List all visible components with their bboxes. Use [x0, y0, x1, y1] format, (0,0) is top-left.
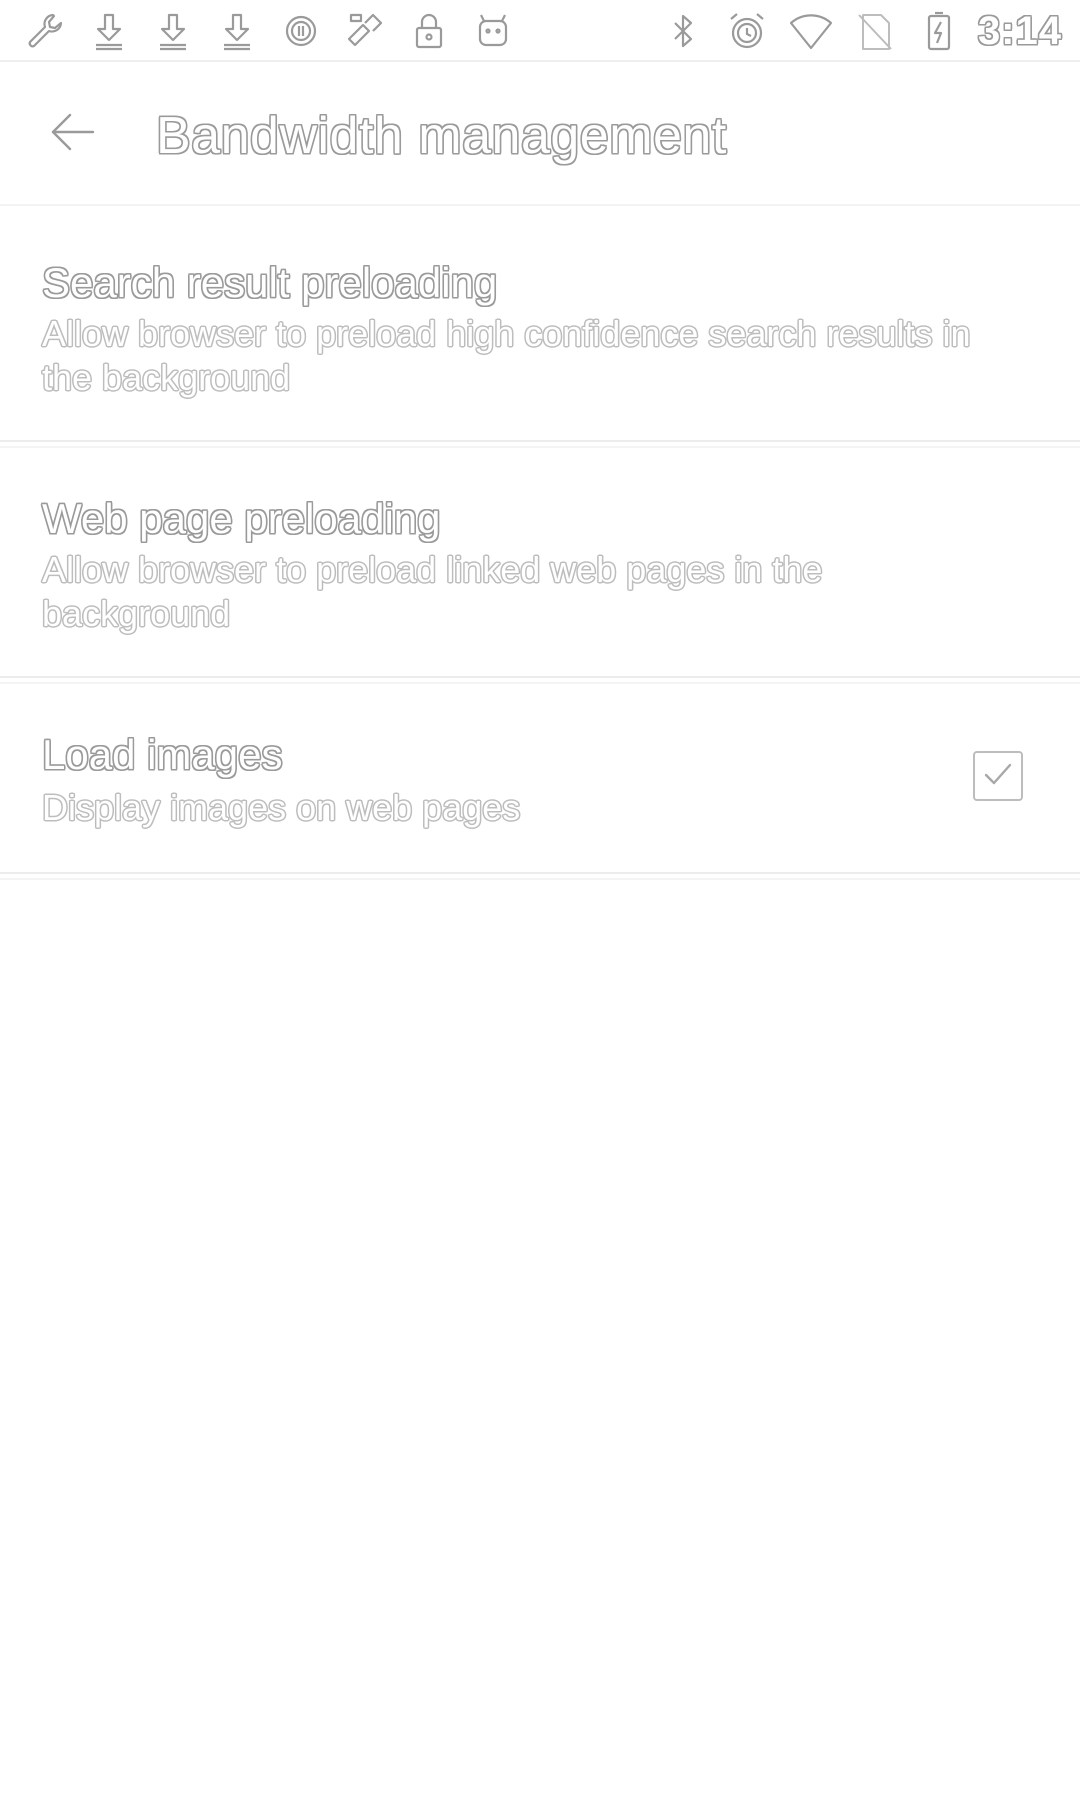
notification-icons	[20, 6, 518, 56]
check-icon	[978, 754, 1018, 799]
circle-badge-icon	[276, 6, 326, 56]
pref-title: Load images	[42, 731, 283, 778]
bluetooth-icon	[658, 6, 708, 56]
load-images-checkbox[interactable]	[973, 751, 1023, 801]
download-icon	[212, 6, 262, 56]
app-bar: Bandwidth management	[0, 62, 1080, 206]
wifi-icon	[786, 6, 836, 56]
wrench-icon	[20, 6, 70, 56]
android-icon	[468, 6, 518, 56]
pref-summary: Allow browser to preload high confidence…	[42, 313, 971, 398]
pref-load-images[interactable]: Load images Display images on web pages	[0, 686, 1080, 874]
pref-web-page-preloading[interactable]: Web page preloading Allow browser to pre…	[0, 450, 1080, 678]
arrow-back-icon	[43, 103, 101, 166]
pref-title: Web page preloading	[42, 495, 441, 542]
status-bar: 3:14	[0, 0, 1080, 62]
lock-icon	[404, 6, 454, 56]
clock-time: 3:14	[977, 8, 1062, 53]
system-icons: 3:14	[658, 6, 1062, 56]
back-button[interactable]	[36, 98, 108, 170]
pref-summary: Allow browser to preload linked web page…	[42, 549, 823, 634]
page-title: Bandwidth management	[156, 107, 727, 165]
battery-charging-icon	[914, 6, 964, 56]
no-sim-icon	[850, 6, 900, 56]
download-icon	[84, 6, 134, 56]
pref-title: Search result preloading	[42, 259, 498, 306]
alarm-icon	[722, 6, 772, 56]
pref-summary: Display images on web pages	[42, 787, 521, 828]
divider	[0, 446, 1080, 448]
pref-search-result-preloading[interactable]: Search result preloading Allow browser t…	[0, 214, 1080, 442]
download-icon	[148, 6, 198, 56]
app-icon	[340, 6, 390, 56]
divider	[0, 878, 1080, 880]
divider	[0, 682, 1080, 684]
